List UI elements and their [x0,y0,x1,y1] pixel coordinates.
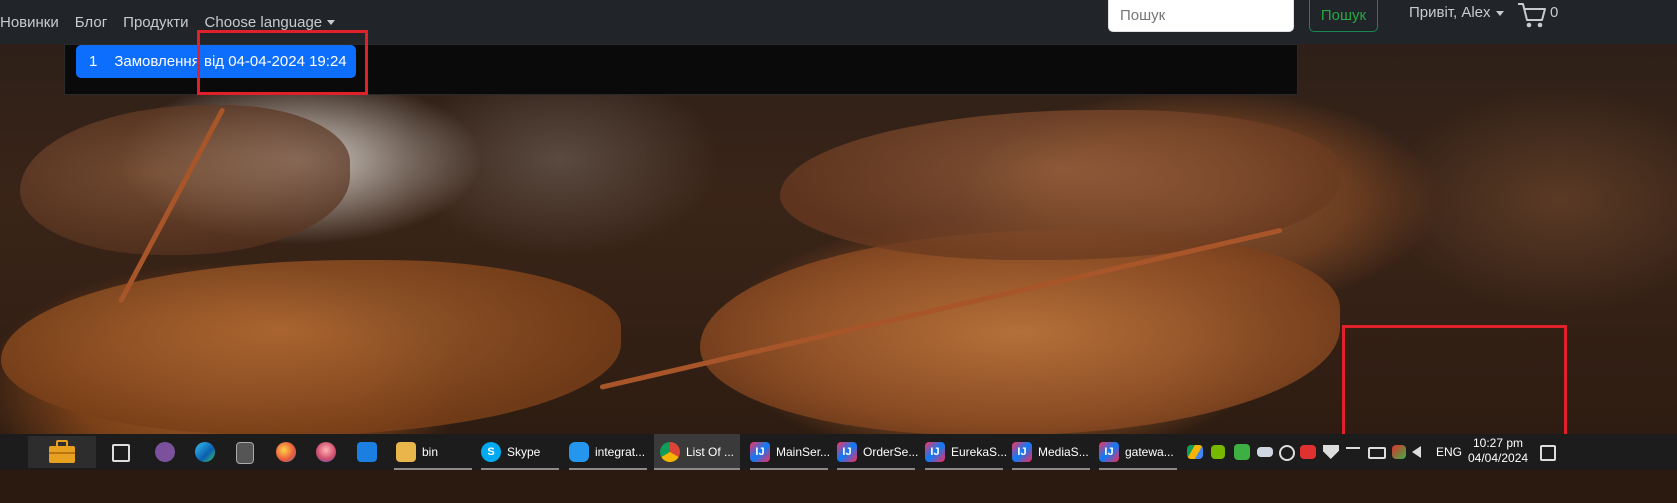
wifi-icon[interactable] [1323,445,1339,459]
chrome-icon [660,442,680,462]
paint-icon[interactable] [276,442,296,462]
nav-link-blog[interactable]: Блог [75,14,107,31]
nvidia-icon[interactable] [1211,445,1225,459]
chevron-down-icon [327,20,336,26]
nav-link-products[interactable]: Продукти [123,14,188,31]
taskbar-app-label: MediaS... [1038,445,1089,459]
check-shield-icon[interactable] [1234,444,1250,460]
intellij-icon: IJ [837,442,857,462]
intellij-icon: IJ [750,442,770,462]
edge-icon[interactable] [195,442,215,462]
cart-icon[interactable] [1517,1,1547,29]
order-number: 1 [89,53,98,70]
taskbar-app-intellij-main[interactable]: IJ MainSer... [750,434,831,470]
taskbar-app-label: integrat... [595,445,646,459]
language-dropdown-label: Choose language [204,13,323,31]
google-drive-icon[interactable] [1187,445,1203,459]
docker-tray-icon[interactable] [1257,447,1273,457]
taskbar-app-label: OrderSe... [863,445,919,459]
search-input[interactable] [1108,0,1294,32]
viber-icon[interactable] [155,442,175,462]
taskbar-app-label: gatewa... [1125,445,1174,459]
taskbar-app-bin[interactable]: bin [394,434,472,470]
taskbar-app-label: bin [422,445,439,459]
headset-icon[interactable] [1279,445,1295,461]
notification-icon[interactable] [1540,445,1556,461]
paint-3d-icon[interactable] [316,442,336,462]
taskbar-app-intellij-gateway[interactable]: IJ gatewa... [1099,434,1177,470]
clock-time: 10:27 pm [1472,436,1524,450]
antivirus-icon[interactable] [1300,445,1316,459]
order-item[interactable]: 1 Замовлення від 04-04-2024 19:24 [76,45,356,78]
clock-date: 04/04/2024 [1468,451,1529,465]
language-dropdown[interactable]: Choose language [205,14,336,31]
user-greeting: Привіт, Alex [1409,4,1491,21]
intellij-icon: IJ [1099,442,1119,462]
chevron-down-icon [1495,10,1504,16]
taskbar-app-skype[interactable]: S Skype [481,434,559,470]
taskbar-app-label: MainSer... [776,445,831,459]
briefcase-icon [49,440,75,463]
calculator-icon[interactable] [236,442,254,464]
search-button[interactable]: Пошук [1309,0,1378,32]
taskbar-app-label: List Of ... [686,445,735,459]
taskbar-app-label: Skype [507,445,541,459]
taskbar-app-docker[interactable]: integrat... [569,434,647,470]
language-indicator[interactable]: ENG [1436,434,1462,470]
volume-icon[interactable] [1412,446,1421,458]
taskbar-app-intellij-media[interactable]: IJ MediaS... [1012,434,1090,470]
nav-link-news[interactable]: Новинки [0,14,59,31]
battery-icon[interactable] [1368,447,1386,459]
chevron-up-icon[interactable] [1346,447,1360,459]
user-menu-dropdown[interactable]: Привіт, Alex [1409,4,1504,21]
language-label: ENG [1436,445,1463,459]
docker-icon [569,442,589,462]
app-tray-icon[interactable] [1392,445,1406,459]
taskbar-app-intellij-eureka[interactable]: IJ EurekaS... [925,434,1007,470]
intellij-icon: IJ [925,442,945,462]
order-label: Замовлення від 04-04-2024 19:24 [114,53,347,70]
taskbar-app-label: EurekaS... [951,445,1008,459]
task-view-icon[interactable] [112,444,130,462]
folder-icon [396,442,416,462]
background-photo-bottom [0,470,1677,503]
intellij-icon: IJ [1012,442,1032,462]
system-clock[interactable]: 10:27 pm 04/04/2024 [1468,436,1528,466]
cart-count-badge: 0 [1550,4,1559,21]
windows-taskbar: bin S Skype integrat... List Of ... IJ M… [0,434,1677,470]
start-button[interactable] [28,436,96,468]
taskbar-app-chrome[interactable]: List Of ... [654,434,740,470]
taskbar-app-intellij-order[interactable]: IJ OrderSe... [837,434,919,470]
store-icon[interactable] [357,442,377,462]
skype-icon: S [481,442,501,462]
